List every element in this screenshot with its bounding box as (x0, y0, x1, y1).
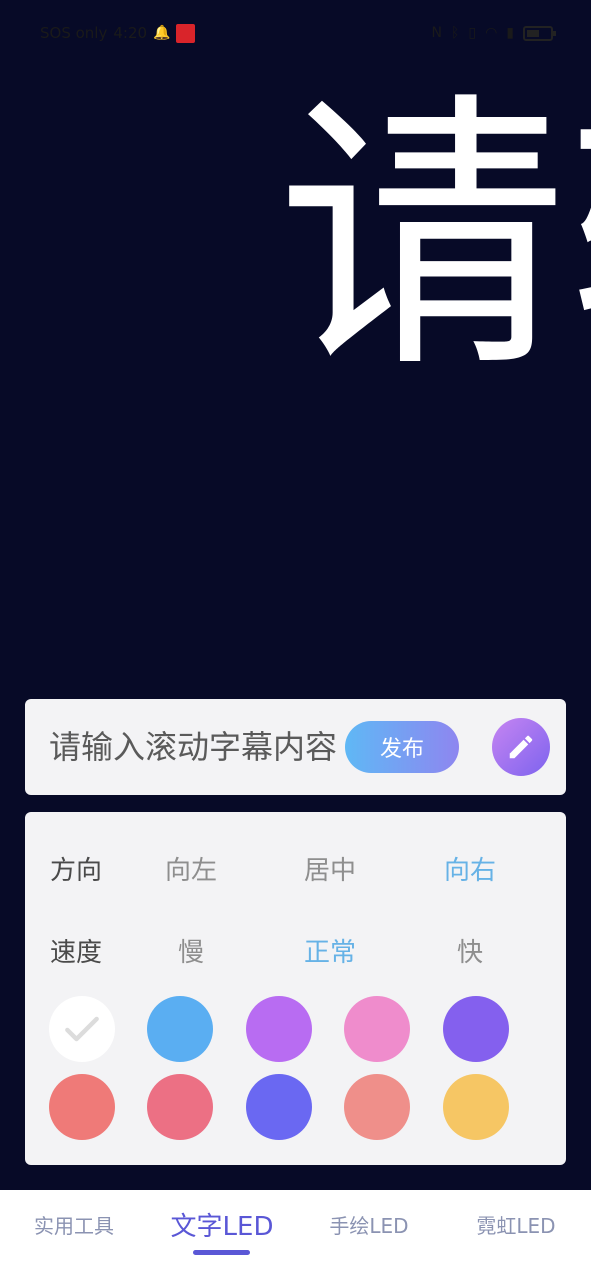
tab-label: 手绘LED (329, 1213, 409, 1238)
input-card: 发布 (25, 699, 566, 795)
color-swatch-yellow[interactable] (443, 1074, 509, 1140)
vibrate-icon: ▯ (468, 25, 477, 41)
color-swatch-violet[interactable] (443, 996, 509, 1062)
color-swatch-pink[interactable] (344, 996, 410, 1062)
color-swatch-salmon[interactable] (344, 1074, 410, 1140)
direction-option-right[interactable]: 向右 (425, 850, 515, 887)
status-bar: SOS only 4:20 🔔 N ᛒ ▯ ◠ ▮ (0, 0, 591, 66)
color-swatch-rose[interactable] (147, 1074, 213, 1140)
wifi-icon: ◠ (485, 25, 498, 41)
pencil-icon (509, 735, 533, 759)
speed-label: 速度 (50, 938, 103, 968)
speed-option-slow[interactable]: 慢 (146, 932, 236, 969)
tab-text-led[interactable]: 文字LED (152, 1190, 292, 1258)
color-swatch-purple[interactable] (246, 996, 312, 1062)
direction-option-left[interactable]: 向左 (146, 850, 236, 887)
status-right: N ᛒ ▯ ◠ ▮ (431, 25, 556, 41)
direction-label: 方向 (50, 856, 103, 886)
tab-neon-led[interactable]: 霓虹LED (456, 1190, 576, 1258)
subtitle-input[interactable] (49, 723, 379, 771)
bell-icon: 🔔 (153, 25, 171, 41)
tab-utility-tools[interactable]: 实用工具 (14, 1190, 134, 1258)
tab-hand-drawn-led[interactable]: 手绘LED (309, 1190, 429, 1258)
tab-label: 霓虹LED (476, 1213, 556, 1238)
color-swatch-coral[interactable] (49, 1074, 115, 1140)
tab-label: 实用工具 (34, 1213, 114, 1238)
battery-icon (523, 25, 556, 41)
sim-icon: ▮ (506, 25, 514, 41)
edit-button[interactable] (492, 718, 550, 776)
carrier-text: SOS only (40, 24, 108, 42)
speed-option-fast[interactable]: 快 (425, 932, 515, 969)
tab-label: 文字LED (170, 1211, 274, 1242)
app-badge-icon (176, 23, 196, 43)
bottom-tab-bar: 实用工具 文字LED 手绘LED 霓虹LED (0, 1190, 591, 1280)
nfc-icon: N (431, 25, 442, 41)
check-icon (65, 1016, 99, 1042)
speed-option-normal[interactable]: 正常 (285, 932, 375, 969)
led-scrolling-text: 请输 (277, 70, 591, 407)
active-tab-indicator (193, 1250, 250, 1255)
settings-card: 方向 向左 居中 向右 速度 慢 正常 快 (25, 812, 566, 1165)
publish-button[interactable]: 发布 (345, 721, 459, 773)
time-text: 4:20 (113, 24, 148, 42)
color-swatch-white[interactable] (49, 996, 115, 1062)
color-swatch-indigo[interactable] (246, 1074, 312, 1140)
direction-option-center[interactable]: 居中 (285, 850, 375, 887)
bluetooth-icon: ᛒ (450, 25, 460, 41)
led-preview[interactable]: 请输 (0, 66, 591, 686)
color-swatch-blue[interactable] (147, 996, 213, 1062)
status-left: SOS only 4:20 🔔 (40, 23, 196, 43)
